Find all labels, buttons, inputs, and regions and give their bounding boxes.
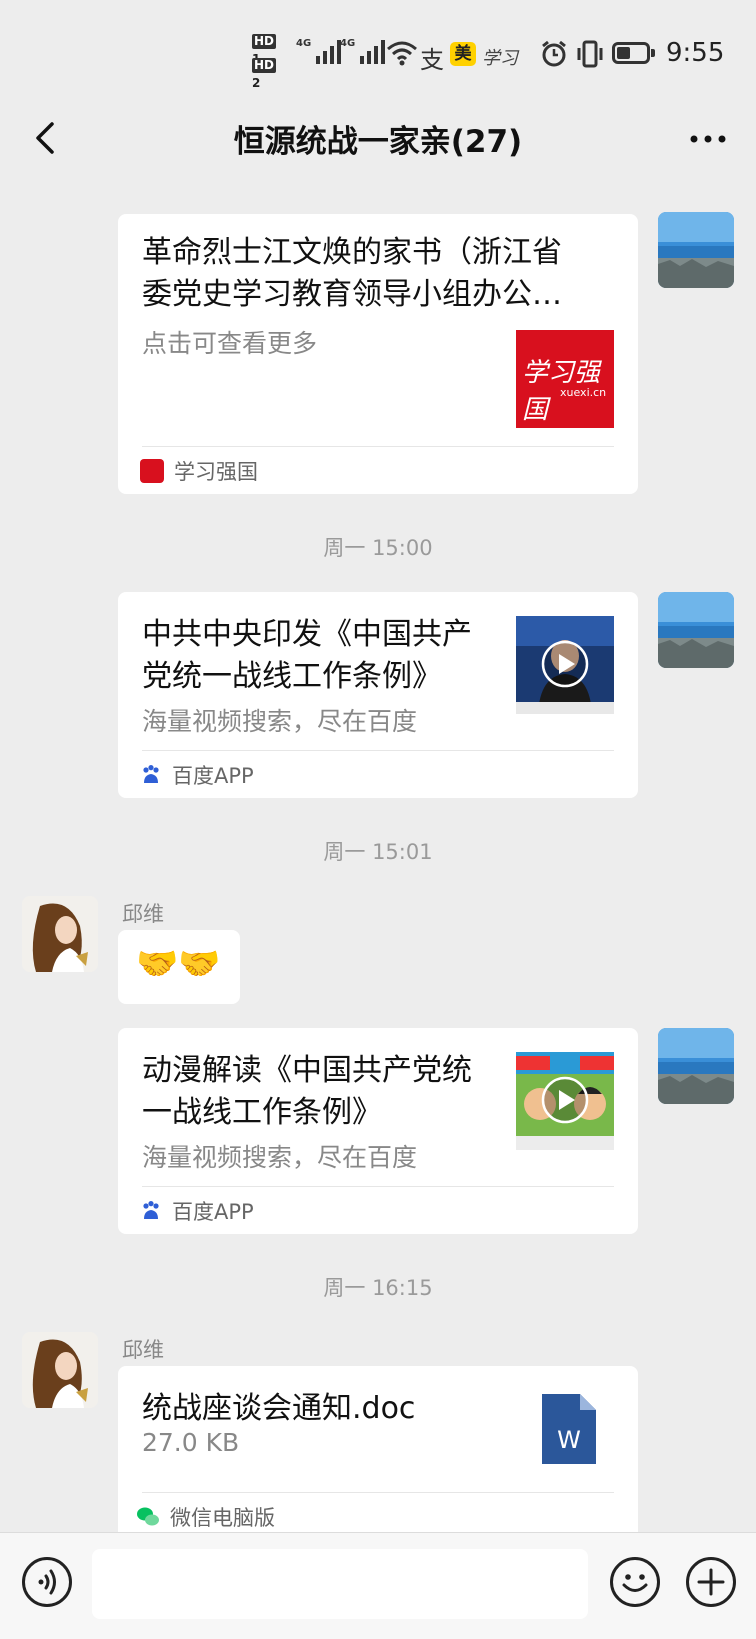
file-card[interactable]: 统战座谈会通知.doc 27.0 KB W 微信电脑版 <box>118 1366 638 1532</box>
card-source: 微信电脑版 <box>136 1502 275 1532</box>
timestamp: 周一 16:15 <box>323 1276 433 1300</box>
card-source: 百度APP <box>140 1196 254 1226</box>
voice-icon <box>38 1569 56 1595</box>
status-time: 9:55 <box>666 38 725 68</box>
smiley-icon <box>622 1574 648 1592</box>
timestamp: 周一 15:01 <box>323 840 433 864</box>
sender-name: 邱维 <box>122 1338 164 1362</box>
input-bar <box>0 1532 756 1639</box>
card-divider <box>142 446 614 447</box>
card-title: 动漫解读《中国共产党统 一战线工作条例》 <box>142 1050 502 1134</box>
signal-icon-2: 4G <box>340 38 386 64</box>
timestamp: 周一 15:00 <box>323 536 433 560</box>
card-title-line: 革命烈士江文焕的家书（浙江省 <box>142 235 562 270</box>
signal-icon-1: 4G <box>296 38 342 64</box>
file-name: 统战座谈会通知.doc <box>142 1391 416 1426</box>
thumb-sub-text: xuexi.cn <box>560 386 607 399</box>
my-avatar[interactable] <box>658 212 734 288</box>
voice-button[interactable] <box>22 1557 72 1607</box>
hd-indicator-2: HD 2 <box>252 58 277 90</box>
card-source: 学习强国 <box>140 456 258 486</box>
xuexi-thumbnail: 学习强国 xuexi.cn <box>516 330 614 428</box>
baidu-paw-icon <box>143 765 159 783</box>
battery-icon <box>612 42 655 64</box>
ellipsis-icon[interactable] <box>686 124 730 154</box>
word-doc-icon: W <box>542 1394 596 1464</box>
alarm-icon <box>542 40 566 67</box>
video-thumbnail <box>516 1052 614 1150</box>
link-card-video-1[interactable]: 中共中央印发《中国共产 党统一战线工作条例》 海量视频搜索，尽在百度 百度APP <box>118 592 638 798</box>
my-avatar[interactable] <box>658 1028 734 1104</box>
wifi-icon <box>387 41 417 66</box>
sender-name: 邱维 <box>122 902 164 926</box>
link-card-video-2[interactable]: 动漫解读《中国共产党统 一战线工作条例》 海量视频搜索，尽在百度 百度APP <box>118 1028 638 1234</box>
chat-header: 恒源统战一家亲(27) <box>0 104 756 180</box>
card-title-line: 委党史学习教育领导小组办公… <box>142 277 562 312</box>
emoji-content: 🤝🤝 <box>136 944 221 984</box>
card-source: 百度APP <box>140 760 254 790</box>
xuexi-app-icon <box>140 459 164 483</box>
alipay-icon: 支 <box>420 46 444 74</box>
contact-avatar[interactable] <box>22 1332 98 1408</box>
card-divider <box>142 750 614 751</box>
file-size: 27.0 KB <box>142 1428 240 1457</box>
xuexi-status-icon: 学习 <box>482 48 518 69</box>
message-input[interactable] <box>92 1549 588 1619</box>
battery-level <box>617 47 630 59</box>
card-title: 革命烈士江文焕的家书（浙江省 委党史学习教育领导小组办公… <box>142 232 602 316</box>
card-description: 海量视频搜索，尽在百度 <box>142 707 418 736</box>
card-title: 中共中央印发《中国共产 党统一战线工作条例》 <box>142 614 502 698</box>
card-divider <box>142 1186 614 1187</box>
vibrate-icon <box>577 40 603 68</box>
source-label: 微信电脑版 <box>170 1506 275 1530</box>
contact-avatar[interactable] <box>22 896 98 972</box>
card-title-line: 党统一战线工作条例》 <box>142 659 442 694</box>
word-doc-letter: W <box>557 1426 581 1454</box>
source-label: 百度APP <box>172 1200 254 1224</box>
chat-title: 恒源统战一家亲(27) <box>233 124 523 160</box>
card-title-line: 一战线工作条例》 <box>142 1095 382 1130</box>
card-divider <box>142 1492 614 1493</box>
card-title-line: 中共中央印发《中国共产 <box>142 617 472 652</box>
video-thumbnail <box>516 616 614 714</box>
wechat-icon <box>137 1507 159 1526</box>
meituan-icon: 美 <box>450 42 476 66</box>
link-card-xuexi[interactable]: 革命烈士江文焕的家书（浙江省 委党史学习教育领导小组办公… 点击可查看更多 学习… <box>118 214 638 494</box>
source-label: 百度APP <box>172 764 254 788</box>
plus-button[interactable] <box>686 1557 736 1607</box>
emoji-button[interactable] <box>610 1557 660 1607</box>
my-avatar[interactable] <box>658 592 734 668</box>
card-title-line: 动漫解读《中国共产党统 <box>142 1053 472 1088</box>
card-description: 海量视频搜索，尽在百度 <box>142 1143 418 1172</box>
status-bar: HD 1 HD 2 4G 4G 支 美 学习 9:55 <box>0 0 756 104</box>
plus-circle-icon <box>697 1568 725 1596</box>
source-label: 学习强国 <box>174 460 258 484</box>
card-description: 点击可查看更多 <box>142 329 318 358</box>
baidu-paw-icon <box>143 1201 159 1219</box>
emoji-bubble[interactable]: 🤝🤝 <box>118 930 240 1004</box>
